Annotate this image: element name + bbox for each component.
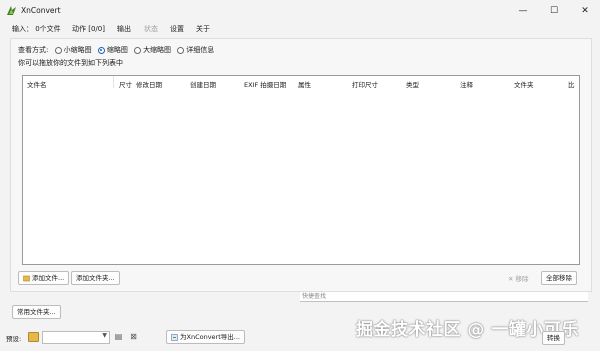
title-bar: XnConvert — ☐ ✕ xyxy=(0,0,600,22)
preset-select[interactable]: ▼ xyxy=(42,331,110,344)
add-files-label: 添加文件... xyxy=(32,274,65,282)
folder-icon[interactable] xyxy=(28,332,39,342)
column-modified[interactable]: 修改日期 xyxy=(136,79,162,89)
preset-label: 预设: xyxy=(6,335,22,343)
chevron-down-icon: ▼ xyxy=(102,332,107,339)
remove-all-label: 全部移除 xyxy=(546,274,572,282)
tab-actions[interactable]: 动作 [0/0] xyxy=(72,24,105,34)
convert-button[interactable]: 转换 xyxy=(542,331,565,345)
column-print-size[interactable]: 打印尺寸 xyxy=(352,79,378,89)
add-folder-button[interactable]: 添加文件夹... xyxy=(71,271,120,285)
column-ratio[interactable]: 比 xyxy=(568,79,575,89)
column-divider[interactable] xyxy=(113,76,114,88)
tab-settings[interactable]: 设置 xyxy=(170,24,184,34)
remove-icon: ✕ xyxy=(508,275,516,283)
add-files-button[interactable]: 添加文件... xyxy=(18,271,70,285)
radio-details[interactable] xyxy=(177,46,185,54)
close-button[interactable]: ✕ xyxy=(570,0,600,22)
column-size[interactable]: 尺寸 xyxy=(119,79,132,89)
column-created[interactable]: 创建日期 xyxy=(190,79,216,89)
remove-all-button[interactable]: 全部移除 xyxy=(541,271,577,285)
add-file-icon xyxy=(23,275,30,281)
radio-large-thumbnails[interactable] xyxy=(134,46,142,54)
delete-icon[interactable]: ⊠ xyxy=(129,332,138,341)
export-button[interactable]: 为XnConvert导出... xyxy=(166,330,245,344)
favorite-folders-button[interactable]: 常用文件夹... xyxy=(12,305,61,319)
minimize-button[interactable]: — xyxy=(508,0,538,22)
save-icon[interactable]: ▤ xyxy=(114,332,123,341)
option-large-thumbnails[interactable]: 大缩略图 xyxy=(143,45,171,55)
column-folder[interactable]: 文件夹 xyxy=(514,79,534,89)
option-small-thumbnails[interactable]: 小缩略图 xyxy=(64,45,92,55)
view-mode-label: 查看方式: xyxy=(18,46,49,54)
quick-search-field[interactable]: 快捷查找 xyxy=(300,292,588,302)
option-details[interactable]: 详细信息 xyxy=(186,45,214,55)
column-exif-date[interactable]: EXIF 拍摄日期 xyxy=(244,79,286,89)
radio-small-thumbnails[interactable] xyxy=(54,46,62,54)
tab-input[interactable]: 输入： 0个文件 xyxy=(12,24,61,34)
favorite-folders-label: 常用文件夹... xyxy=(17,308,56,316)
export-icon xyxy=(171,333,178,341)
remove-label: 移除 xyxy=(515,275,529,283)
drop-hint: 你可以拖放你的文件到如下列表中 xyxy=(18,59,123,67)
column-filename[interactable]: 文件名 xyxy=(27,79,47,89)
column-attributes[interactable]: 属性 xyxy=(298,79,311,89)
tab-output[interactable]: 输出 xyxy=(117,24,131,34)
add-folder-label: 添加文件夹... xyxy=(76,274,115,282)
convert-label: 转换 xyxy=(547,334,560,342)
remove-button[interactable]: ✕ 移除 xyxy=(508,273,529,283)
tab-bar: 输入： 0个文件 动作 [0/0] 输出 状态 设置 关于 xyxy=(0,22,600,36)
app-icon xyxy=(7,6,16,15)
tab-status[interactable]: 状态 xyxy=(144,24,158,34)
maximize-button[interactable]: ☐ xyxy=(539,0,569,22)
option-thumbnails[interactable]: 缩略图 xyxy=(107,45,128,55)
view-mode-row: 查看方式: 小缩略图 缩略图 大缩略图 详细信息 xyxy=(18,45,214,55)
column-comment[interactable]: 注释 xyxy=(460,79,473,89)
window-title: XnConvert xyxy=(21,6,61,15)
column-type[interactable]: 类型 xyxy=(406,79,419,89)
radio-thumbnails[interactable] xyxy=(97,46,105,54)
tab-about[interactable]: 关于 xyxy=(196,24,210,34)
export-label: 为XnConvert导出... xyxy=(180,333,240,341)
file-list[interactable]: 文件名 尺寸 修改日期 创建日期 EXIF 拍摄日期 属性 打印尺寸 类型 注释… xyxy=(22,75,580,265)
